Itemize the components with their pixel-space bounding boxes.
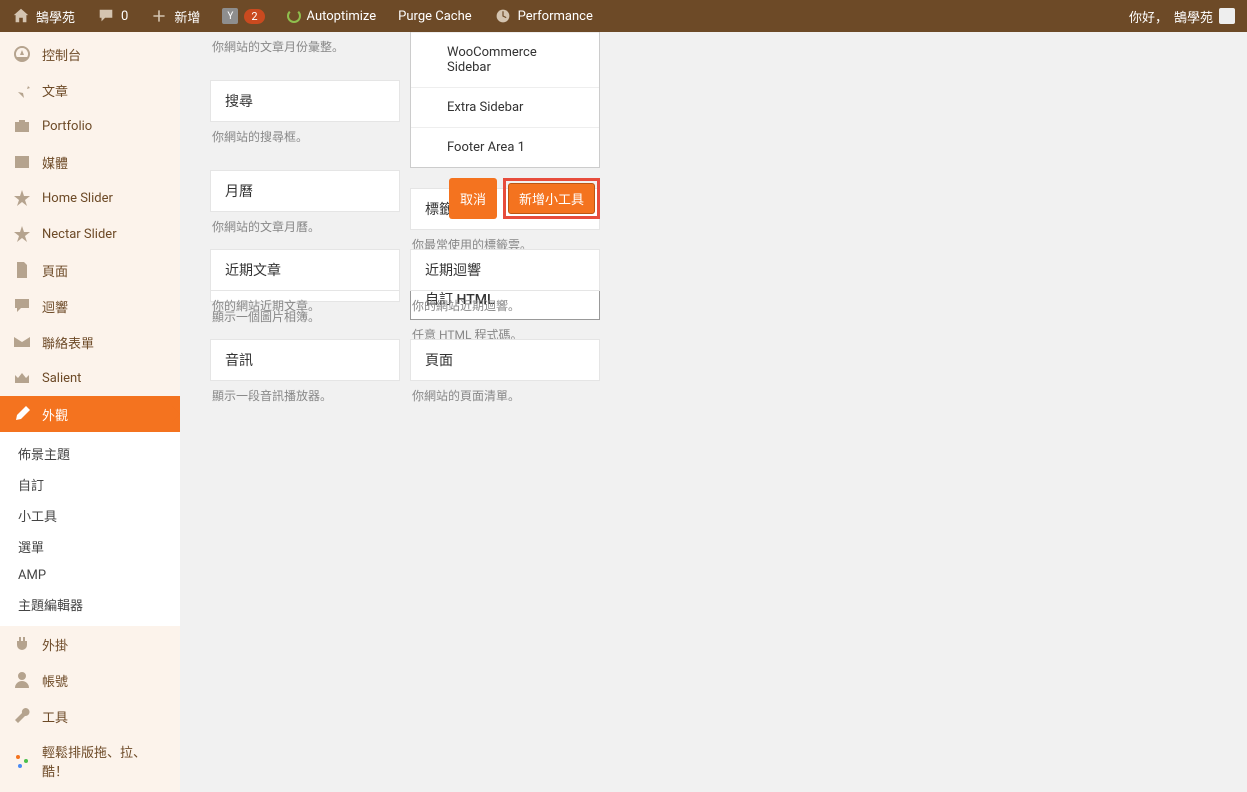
- admin-bar: 鵠學苑 0 新增 Y 2 Autoptimize Purge Cache: [0, 0, 1247, 32]
- mail-icon: [12, 332, 32, 352]
- comment-icon: [12, 296, 32, 316]
- adminbar-autoptimize[interactable]: Autoptimize: [283, 9, 381, 24]
- adminbar-purge-cache[interactable]: Purge Cache: [394, 9, 475, 24]
- sidebar-item-label: 迴響: [42, 297, 68, 316]
- adminbar-purge-cache-label: Purge Cache: [398, 9, 471, 24]
- sidebar-item-label: Salient: [42, 371, 81, 386]
- sidebar-item-user[interactable]: 帳號: [0, 662, 180, 698]
- star-icon: [12, 188, 32, 208]
- plug-icon: [12, 634, 32, 654]
- sidebar-item-label: Nectar Slider: [42, 227, 117, 242]
- adminbar-new[interactable]: 新增: [146, 7, 204, 26]
- sidebar-sub-item[interactable]: 小工具: [0, 500, 180, 531]
- sidebar-sub-item[interactable]: 選單: [0, 531, 180, 562]
- plus-icon: [150, 7, 168, 25]
- sidebar-item-label: 聯絡表單: [42, 333, 94, 352]
- pin-icon: [12, 80, 32, 100]
- sidebar-item-sparkle[interactable]: 輕鬆排版拖、拉、酷！: [0, 734, 180, 788]
- widget-box[interactable]: 近期迴響: [410, 249, 600, 291]
- main-content: 你網站的文章月份彙整。搜尋你網站的搜尋框。月曆你網站的文章月曆。相簿顯示一個圖片…: [180, 32, 1247, 792]
- sidebar-item-brush[interactable]: 外觀: [0, 396, 180, 432]
- sidebar-item-crown[interactable]: Salient: [0, 360, 180, 396]
- widget-box[interactable]: 音訊: [210, 339, 400, 381]
- sidebar-item-comment[interactable]: 迴響: [0, 288, 180, 324]
- sparkle-icon: [12, 751, 32, 771]
- add-button-highlight: 新增小工具: [503, 178, 600, 219]
- widget-box[interactable]: 近期文章: [210, 249, 400, 291]
- chooser-item[interactable]: Footer Area 1: [411, 128, 599, 167]
- sidebar-item-portfolio[interactable]: Portfolio: [0, 108, 180, 144]
- widget-desc: 你網站的文章月份彙整。: [210, 32, 400, 70]
- adminbar-site[interactable]: 鵠學苑: [8, 7, 79, 26]
- sidebar-submenu: 佈景主題自訂小工具選單AMP主題編輯器: [0, 432, 180, 626]
- portfolio-icon: [12, 116, 32, 136]
- sidebar-item-label: 帳號: [42, 671, 68, 690]
- sidebar-item-label: 頁面: [42, 261, 68, 280]
- add-widget-button[interactable]: 新增小工具: [508, 183, 595, 214]
- adminbar-site-name: 鵠學苑: [36, 7, 75, 26]
- sidebar-item-star[interactable]: Home Slider: [0, 180, 180, 216]
- adminbar-comments[interactable]: 0: [93, 7, 132, 25]
- comment-icon: [97, 7, 115, 25]
- widget-desc: 你網站的頁面清單。: [410, 381, 600, 419]
- sidebar-item-label: 外觀: [42, 405, 68, 424]
- widget-box[interactable]: 月曆: [210, 170, 400, 212]
- adminbar-greeting-name: 鵠學苑: [1174, 7, 1213, 26]
- sidebar-item-label: Home Slider: [42, 191, 113, 206]
- home-icon: [12, 7, 30, 25]
- sidebar-item-page[interactable]: 頁面: [0, 252, 180, 288]
- adminbar-autoptimize-label: Autoptimize: [307, 9, 377, 24]
- spinner-icon: [287, 9, 301, 23]
- adminbar-greeting[interactable]: 你好， 鵠學苑: [1125, 7, 1239, 26]
- star-icon: [12, 224, 32, 244]
- page-icon: [12, 260, 32, 280]
- sidebar-item-dashboard[interactable]: 控制台: [0, 36, 180, 72]
- cancel-button[interactable]: 取消: [449, 178, 497, 219]
- adminbar-greeting-prefix: 你好，: [1129, 7, 1168, 26]
- media-icon: [12, 152, 32, 172]
- adminbar-yoast-badge: 2: [244, 9, 264, 24]
- sidebar-area-chooser-rest: Page SidebarWooCommerce SidebarExtra Sid…: [410, 32, 600, 168]
- sidebar-item-wrench[interactable]: 工具: [0, 698, 180, 734]
- avatar-icon: [1219, 8, 1235, 24]
- widget-desc: 你的網站近期文章。: [210, 291, 400, 329]
- adminbar-new-label: 新增: [174, 7, 200, 26]
- adminbar-performance[interactable]: Performance: [490, 7, 597, 25]
- adminbar-yoast[interactable]: Y 2: [218, 8, 268, 24]
- dashboard-icon: [12, 44, 32, 64]
- widget-desc: 你的網站近期迴響。: [410, 291, 600, 329]
- widget-desc: 你網站的搜尋框。: [210, 122, 400, 160]
- sidebar-item-label: Portfolio: [42, 119, 92, 134]
- sidebar-item-plug[interactable]: 外掛: [0, 626, 180, 662]
- crown-icon: [12, 368, 32, 388]
- wrench-icon: [12, 706, 32, 726]
- admin-sidebar: 控制台文章 Portfolio 媒體 Home Slider Nectar Slider…: [0, 32, 180, 792]
- performance-icon: [494, 7, 512, 25]
- sidebar-item-pin[interactable]: 文章: [0, 72, 180, 108]
- widget-desc: 顯示一段音訊播放器。: [210, 381, 400, 419]
- sidebar-item-label: 工具: [42, 707, 68, 726]
- chooser-item[interactable]: WooCommerce Sidebar: [411, 33, 599, 88]
- sidebar-item-label: 外掛: [42, 635, 68, 654]
- brush-icon: [12, 404, 32, 424]
- sidebar-sub-item[interactable]: 自訂: [0, 469, 180, 500]
- sidebar-sub-item[interactable]: 主題編輯器: [0, 589, 180, 620]
- sidebar-sub-item[interactable]: AMP: [0, 562, 180, 589]
- widget-box[interactable]: 頁面: [410, 339, 600, 381]
- sidebar-sub-item[interactable]: 佈景主題: [0, 438, 180, 469]
- sidebar-item-label: 輕鬆排版拖、拉、酷！: [42, 742, 168, 780]
- sidebar-item-media[interactable]: 媒體: [0, 144, 180, 180]
- yoast-icon: Y: [222, 8, 238, 24]
- widget-box[interactable]: 搜尋: [210, 80, 400, 122]
- chooser-item[interactable]: Extra Sidebar: [411, 88, 599, 128]
- sidebar-item-label: 文章: [42, 81, 68, 100]
- sidebar-item-label: 控制台: [42, 45, 81, 64]
- adminbar-comments-count: 0: [121, 9, 128, 24]
- user-icon: [12, 670, 32, 690]
- adminbar-performance-label: Performance: [518, 9, 593, 24]
- sidebar-item-star[interactable]: Nectar Slider: [0, 216, 180, 252]
- sidebar-item-mail[interactable]: 聯絡表單: [0, 324, 180, 360]
- sidebar-item-label: 媒體: [42, 153, 68, 172]
